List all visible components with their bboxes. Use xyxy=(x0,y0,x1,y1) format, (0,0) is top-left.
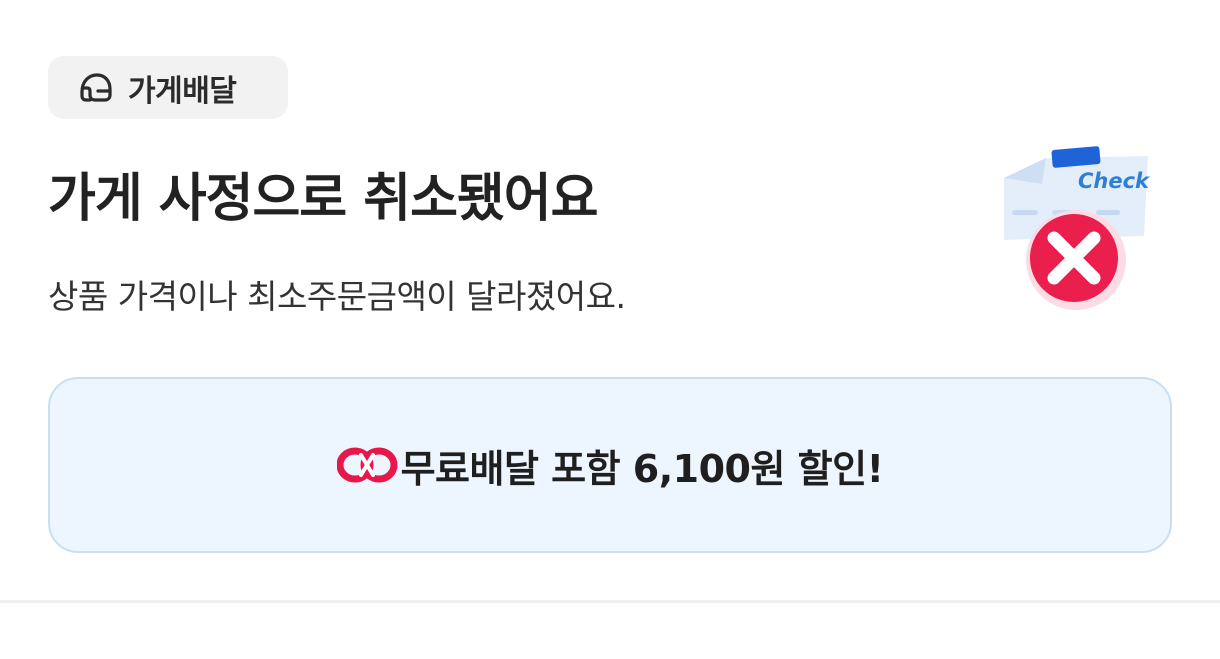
section-divider xyxy=(0,600,1220,603)
cancel-notice-screen: 가게배달 가게 사정으로 취소됐어요 상품 가격이나 최소주문금액이 달라졌어요… xyxy=(0,0,1220,659)
helmet-icon xyxy=(78,70,114,106)
cancelled-check-illustration: Check xyxy=(1000,140,1160,315)
page-title: 가게 사정으로 취소됐어요 xyxy=(48,169,598,229)
check-text: Check xyxy=(1078,169,1151,193)
discount-banner[interactable]: 무료배달 포함 6,100원 할인! xyxy=(48,377,1172,553)
cancel-reason-text: 상품 가격이나 최소주문금액이 달라졌어요. xyxy=(48,277,626,316)
discount-text: 무료배달 포함 6,100원 할인! xyxy=(400,446,884,491)
free-delivery-logo-icon xyxy=(336,445,399,485)
chip-label: 가게배달 xyxy=(128,73,237,109)
store-delivery-chip: 가게배달 xyxy=(48,56,288,119)
